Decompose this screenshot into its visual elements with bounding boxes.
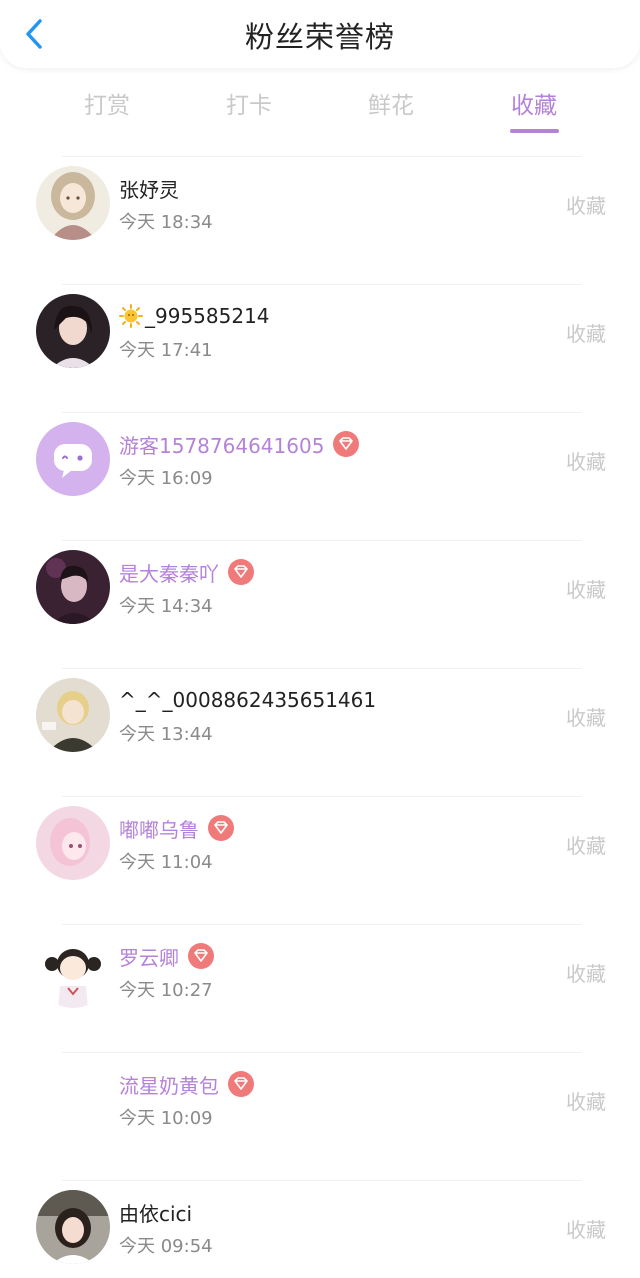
fan-name: 流星奶黄包 [119,1073,219,1098]
timestamp: 今天 13:44 [119,724,213,745]
diamond-badge-icon [208,815,234,841]
avatar[interactable] [36,1062,110,1136]
diamond-badge-icon [228,1071,254,1097]
fan-name: 游客1578764641605 [119,433,325,458]
sun-emoji-icon [119,304,143,328]
list-item[interactable]: 嘟嘟乌鲁 今天 11:04 收藏 [0,796,640,924]
avatar[interactable] [36,550,110,624]
divider [62,796,582,797]
favorite-label: 收藏 [566,578,606,602]
tab-reward[interactable]: 打赏 [62,86,152,120]
page-title: 粉丝荣誉榜 [244,20,395,54]
timestamp: 今天 10:27 [119,980,213,1001]
divider [62,284,582,285]
divider [62,1052,582,1053]
list-item[interactable]: ^_^_0008862435651461 今天 13:44 收藏 [0,668,640,796]
favorite-label: 收藏 [566,706,606,730]
divider [62,540,582,541]
avatar[interactable] [36,678,110,752]
diamond-badge-icon [333,431,360,457]
fan-name: _995585214 [145,304,270,328]
timestamp: 今天 09:54 [119,1236,213,1257]
favorite-label: 收藏 [566,962,606,986]
avatar[interactable] [36,806,110,880]
tab-flowers[interactable]: 鲜花 [346,86,436,120]
timestamp: 今天 14:34 [119,596,213,617]
list-item[interactable]: 张妤灵 今天 18:34 收藏 [0,156,640,284]
divider [62,668,582,669]
list-item[interactable]: 罗云卿 今天 10:27 收藏 [0,924,640,1052]
top-bar: 粉丝荣誉榜 [0,0,640,68]
fan-name: 由依cici [119,1201,193,1226]
timestamp: 今天 16:09 [119,468,213,489]
diamond-badge-icon [228,559,254,585]
divider [62,1180,582,1181]
timestamp: 今天 18:34 [119,212,213,233]
timestamp: 今天 17:41 [119,340,213,361]
avatar[interactable] [36,422,110,496]
fan-name: 是大秦秦吖 [119,561,219,586]
diamond-badge-icon [188,943,214,969]
favorite-label: 收藏 [566,194,606,218]
avatar[interactable] [36,294,110,368]
favorite-label: 收藏 [566,1218,606,1242]
list-item[interactable]: 流星奶黄包 今天 10:09 收藏 [0,1052,640,1180]
avatar[interactable] [36,166,110,240]
divider [62,156,582,157]
favorite-label: 收藏 [566,1090,606,1114]
list-item[interactable]: 游客1578764641605 今天 16:09 收藏 [0,412,640,540]
timestamp: 今天 11:04 [119,852,213,873]
avatar[interactable] [36,934,110,1008]
active-tab-indicator [510,129,559,133]
favorite-label: 收藏 [566,834,606,858]
favorite-label: 收藏 [566,450,606,474]
favorite-label: 收藏 [566,322,606,346]
fan-name: 张妤灵 [119,177,179,202]
list-item[interactable]: _995585214 今天 17:41 收藏 [0,284,640,412]
list-item[interactable]: 是大秦秦吖 今天 14:34 收藏 [0,540,640,668]
divider [62,412,582,413]
tab-checkin[interactable]: 打卡 [204,86,294,120]
divider [62,924,582,925]
fan-name: 嘟嘟乌鲁 [119,817,199,842]
list-item[interactable]: 由依cici 今天 09:54 收藏 [0,1180,640,1278]
tab-favorites[interactable]: 收藏 [489,86,579,120]
avatar[interactable] [36,1190,110,1264]
fan-name: ^_^_0008862435651461 [119,688,377,712]
fan-name: 罗云卿 [119,945,179,970]
timestamp: 今天 10:09 [119,1108,213,1129]
